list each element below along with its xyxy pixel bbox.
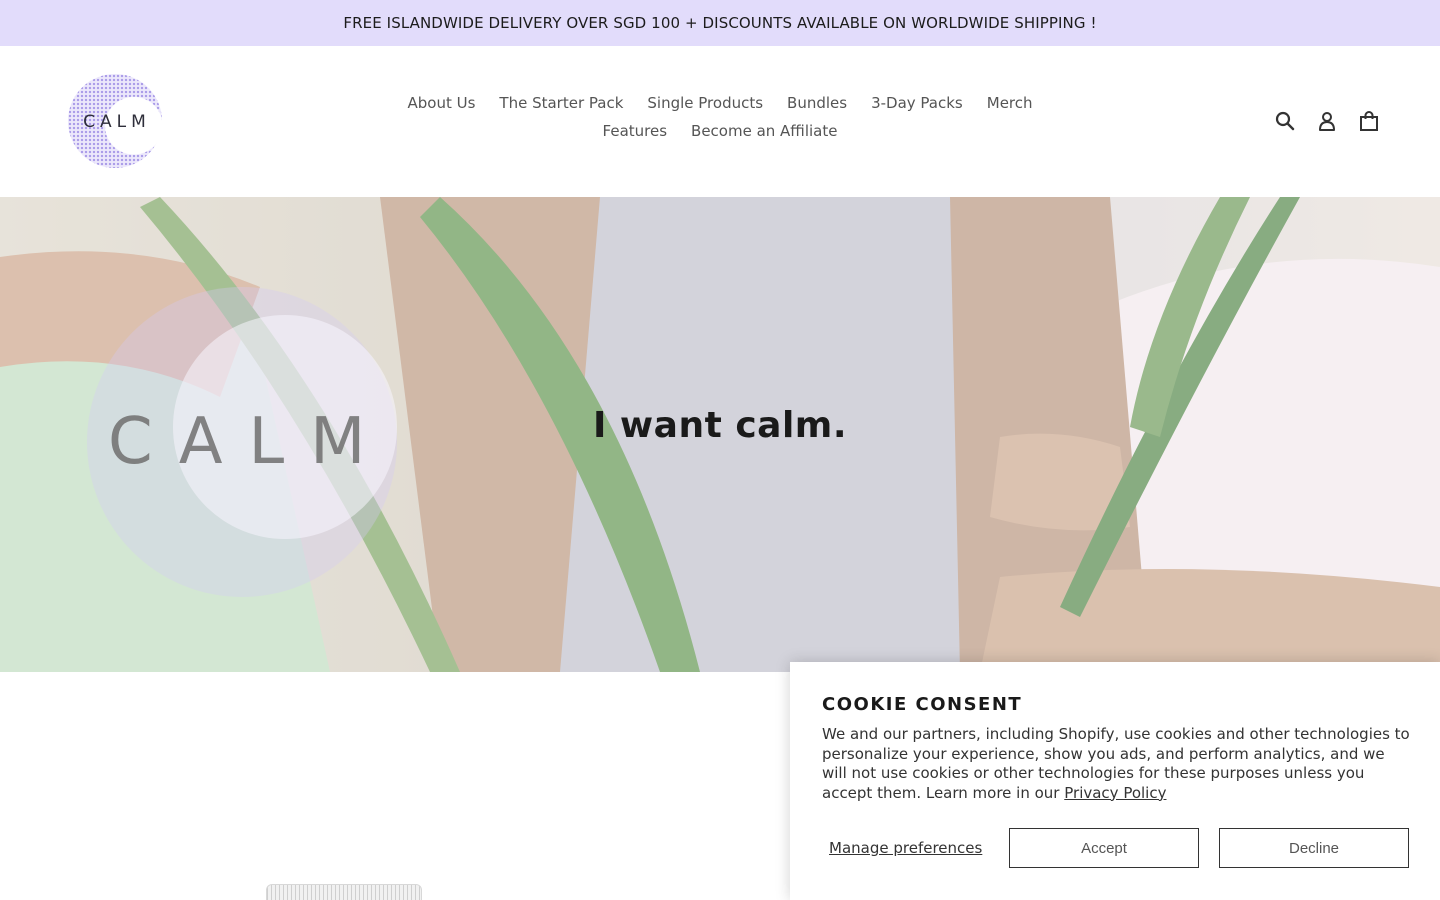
nav-starter-pack[interactable]: The Starter Pack	[487, 93, 635, 113]
nav-about-us[interactable]: About Us	[395, 93, 487, 113]
cookie-consent-banner: COOKIE CONSENT We and our partners, incl…	[790, 662, 1440, 900]
hero-title: I want calm.	[592, 405, 847, 446]
logo-text: CALM	[83, 112, 151, 132]
announcement-bar: FREE ISLANDWIDE DELIVERY OVER SGD 100 + …	[0, 0, 1440, 46]
cookie-actions: Manage preferences Accept Decline	[822, 828, 1409, 868]
announcement-text: FREE ISLANDWIDE DELIVERY OVER SGD 100 + …	[343, 14, 1097, 32]
product-image-peek[interactable]	[266, 884, 422, 900]
cart-icon[interactable]	[1358, 110, 1380, 132]
hero-banner: CALM I want calm.	[0, 197, 1440, 672]
cookie-body: We and our partners, including Shopify, …	[822, 725, 1412, 803]
search-icon[interactable]	[1274, 110, 1296, 132]
nav-single-products[interactable]: Single Products	[635, 93, 775, 113]
site-header: CALM About Us The Starter Pack Single Pr…	[0, 46, 1440, 197]
main-nav: About Us The Starter Pack Single Product…	[370, 93, 1070, 141]
accept-button[interactable]: Accept	[1009, 828, 1199, 868]
nav-features[interactable]: Features	[591, 121, 680, 141]
nav-3-day-packs[interactable]: 3-Day Packs	[859, 93, 975, 113]
manage-preferences-link[interactable]: Manage preferences	[822, 839, 1009, 857]
nav-bundles[interactable]: Bundles	[775, 93, 859, 113]
cookie-heading: COOKIE CONSENT	[822, 694, 1023, 715]
site-logo[interactable]: CALM	[68, 74, 162, 168]
decline-button[interactable]: Decline	[1219, 828, 1409, 868]
account-icon[interactable]	[1316, 110, 1338, 132]
nav-become-affiliate[interactable]: Become an Affiliate	[679, 121, 849, 141]
nav-merch[interactable]: Merch	[975, 93, 1045, 113]
header-icons	[1274, 110, 1380, 132]
privacy-policy-link[interactable]: Privacy Policy	[1064, 784, 1166, 802]
